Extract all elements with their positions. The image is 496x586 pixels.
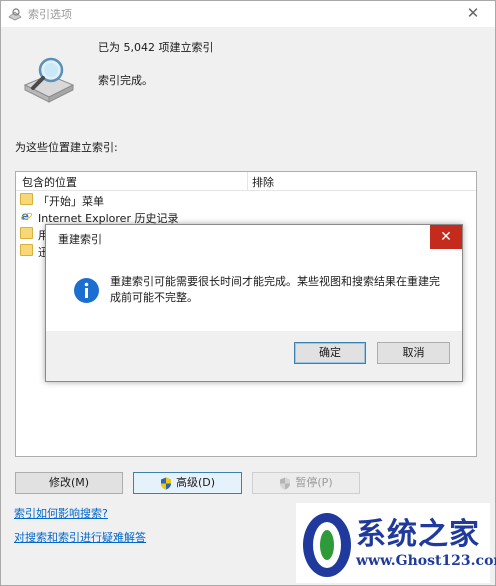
locations-label: 为这些位置建立索引: bbox=[15, 141, 118, 154]
included-locations-column[interactable]: 包含的位置 bbox=[22, 174, 77, 190]
advanced-button[interactable]: 高级(D) bbox=[133, 472, 242, 494]
pause-button[interactable]: 暂停(P) bbox=[252, 472, 360, 494]
rebuild-index-dialog: 重建索引 ✕ 重建索引可能需要很长时间才能完成。某些视图和搜索结果在重建完成前可… bbox=[45, 224, 463, 382]
folder-icon bbox=[20, 227, 33, 239]
watermark-title: 系统之家 bbox=[356, 517, 480, 552]
watermark-logo-icon bbox=[303, 513, 351, 577]
uac-shield-icon bbox=[280, 477, 291, 489]
modify-button[interactable]: 修改(M) bbox=[15, 472, 123, 494]
cancel-button[interactable]: 取消 bbox=[377, 342, 450, 364]
column-divider[interactable] bbox=[247, 172, 248, 190]
ie-icon: e bbox=[20, 210, 33, 222]
ok-button[interactable]: 确定 bbox=[294, 342, 366, 364]
dialog-message: 重建索引可能需要很长时间才能完成。某些视图和搜索结果在重建完成前可能不完整。 bbox=[110, 275, 440, 304]
pause-button-label: 暂停(P) bbox=[295, 476, 333, 489]
watermark: 系统之家 www.Ghost123.com bbox=[296, 503, 496, 583]
list-item-label: 「开始」菜单 bbox=[38, 195, 104, 208]
list-item[interactable]: e Internet Explorer 历史记录 bbox=[18, 208, 468, 225]
title-bar: 索引选项 ✕ bbox=[1, 1, 495, 27]
index-drive-icon bbox=[23, 57, 75, 103]
folder-icon bbox=[20, 193, 33, 205]
watermark-url: www.Ghost123.com bbox=[356, 553, 496, 569]
dialog-title-bar: 重建索引 ✕ bbox=[46, 225, 462, 251]
exclude-column[interactable]: 排除 bbox=[252, 174, 274, 190]
info-icon bbox=[74, 278, 99, 303]
dialog-body: 重建索引可能需要很长时间才能完成。某些视图和搜索结果在重建完成前可能不完整。 bbox=[46, 251, 462, 331]
uac-shield-icon bbox=[160, 477, 171, 489]
window-close-button[interactable]: ✕ bbox=[463, 4, 483, 22]
indexing-complete-text: 索引完成。 bbox=[98, 74, 153, 87]
list-item[interactable]: 「开始」菜单 bbox=[18, 191, 468, 208]
window-title: 索引选项 bbox=[28, 8, 72, 21]
how-indexing-affects-search-link[interactable]: 索引如何影响搜索? bbox=[14, 505, 108, 521]
indexing-options-icon bbox=[8, 8, 22, 21]
troubleshoot-search-link[interactable]: 对搜索和索引进行疑难解答 bbox=[14, 529, 146, 545]
indexed-count-text: 已为 5,042 项建立索引 bbox=[98, 41, 214, 54]
dialog-close-button[interactable]: ✕ bbox=[430, 225, 462, 249]
modify-button-label: 修改(M) bbox=[48, 476, 90, 489]
list-header: 包含的位置 排除 bbox=[16, 172, 476, 191]
folder-icon bbox=[20, 244, 33, 256]
advanced-button-label: 高级(D) bbox=[175, 476, 216, 489]
dialog-title: 重建索引 bbox=[58, 233, 102, 246]
